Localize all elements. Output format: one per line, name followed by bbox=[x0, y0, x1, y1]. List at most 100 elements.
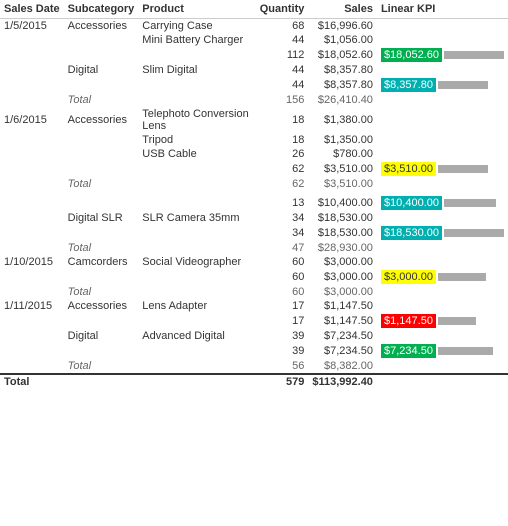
cell-subcat bbox=[64, 161, 139, 177]
cell-date bbox=[0, 241, 64, 255]
col-header-linear-kpi: Linear KPI bbox=[377, 0, 508, 19]
cell-subcat: Accessories bbox=[64, 107, 139, 133]
cell-qty: 13 bbox=[256, 195, 309, 211]
cell-kpi: $7,234.50 bbox=[377, 343, 508, 359]
cell-sales: $16,996.60 bbox=[308, 19, 377, 34]
grand-total-empty1 bbox=[64, 374, 139, 389]
cell-qty: 60 bbox=[256, 285, 309, 299]
cell-date bbox=[0, 195, 64, 211]
cell-kpi bbox=[377, 33, 508, 47]
cell-qty: 56 bbox=[256, 359, 309, 374]
cell-kpi bbox=[377, 147, 508, 161]
cell-sales: $8,357.80 bbox=[308, 63, 377, 77]
cell-subcat bbox=[64, 77, 139, 93]
cell-qty: 39 bbox=[256, 343, 309, 359]
kpi-bar bbox=[444, 229, 504, 237]
kpi-bar bbox=[444, 51, 504, 59]
cell-sales: $1,380.00 bbox=[308, 107, 377, 133]
cell-subcat: Total bbox=[64, 359, 139, 374]
cell-qty: 18 bbox=[256, 133, 309, 147]
cell-date: 1/10/2015 bbox=[0, 255, 64, 269]
cell-sales: $1,147.50 bbox=[308, 299, 377, 313]
table-row: DigitalSlim Digital44$8,357.80 bbox=[0, 63, 508, 77]
table-row: 60$3,000.00$3,000.00 bbox=[0, 269, 508, 285]
kpi-value-label: $1,147.50 bbox=[381, 314, 436, 328]
cell-kpi bbox=[377, 107, 508, 133]
cell-qty: 68 bbox=[256, 19, 309, 34]
cell-kpi bbox=[377, 299, 508, 313]
cell-subcat bbox=[64, 147, 139, 161]
cell-subcat: Camcorders bbox=[64, 255, 139, 269]
cell-subcat: Total bbox=[64, 177, 139, 191]
cell-qty: 60 bbox=[256, 255, 309, 269]
table-row: 62$3,510.00$3,510.00 bbox=[0, 161, 508, 177]
cell-date bbox=[0, 47, 64, 63]
table-row: 13$10,400.00$10,400.00 bbox=[0, 195, 508, 211]
table-row: Total47$28,930.00 bbox=[0, 241, 508, 255]
cell-subcat bbox=[64, 133, 139, 147]
sales-report-table: Sales Date Subcategory Product Quantity … bbox=[0, 0, 508, 389]
cell-kpi bbox=[377, 63, 508, 77]
cell-product bbox=[138, 47, 255, 63]
col-header-quantity: Quantity bbox=[256, 0, 309, 19]
cell-sales: $1,350.00 bbox=[308, 133, 377, 147]
cell-qty: 47 bbox=[256, 241, 309, 255]
grand-total-qty: 579 bbox=[256, 374, 309, 389]
cell-product: SLR Camera 35mm bbox=[138, 211, 255, 225]
cell-product: Advanced Digital bbox=[138, 329, 255, 343]
cell-kpi: $8,357.80 bbox=[377, 77, 508, 93]
table-row: 17$1,147.50$1,147.50 bbox=[0, 313, 508, 329]
table-row: Digital SLRSLR Camera 35mm34$18,530.00 bbox=[0, 211, 508, 225]
table-row: 1/5/2015AccessoriesCarrying Case68$16,99… bbox=[0, 19, 508, 34]
cell-date bbox=[0, 177, 64, 191]
cell-product: Tripod bbox=[138, 133, 255, 147]
cell-qty: 44 bbox=[256, 77, 309, 93]
cell-date bbox=[0, 225, 64, 241]
cell-date: 1/11/2015 bbox=[0, 299, 64, 313]
cell-sales: $8,357.80 bbox=[308, 77, 377, 93]
cell-qty: 62 bbox=[256, 161, 309, 177]
kpi-value-label: $18,052.60 bbox=[381, 48, 442, 62]
cell-subcat: Digital SLR bbox=[64, 211, 139, 225]
cell-sales: $18,052.60 bbox=[308, 47, 377, 63]
cell-product bbox=[138, 177, 255, 191]
grand-total-empty2 bbox=[138, 374, 255, 389]
cell-date bbox=[0, 343, 64, 359]
cell-product: Slim Digital bbox=[138, 63, 255, 77]
grand-total-label: Total bbox=[0, 374, 64, 389]
cell-sales: $1,147.50 bbox=[308, 313, 377, 329]
kpi-value-label: $8,357.80 bbox=[381, 78, 436, 92]
cell-kpi bbox=[377, 241, 508, 255]
cell-subcat: Total bbox=[64, 241, 139, 255]
cell-subcat bbox=[64, 47, 139, 63]
cell-qty: 34 bbox=[256, 225, 309, 241]
kpi-bar bbox=[438, 81, 488, 89]
cell-kpi bbox=[377, 19, 508, 34]
cell-date bbox=[0, 63, 64, 77]
cell-product bbox=[138, 195, 255, 211]
grand-total-kpi bbox=[377, 374, 508, 389]
cell-subcat bbox=[64, 195, 139, 211]
cell-subcat bbox=[64, 313, 139, 329]
cell-sales: $3,000.00 bbox=[308, 269, 377, 285]
cell-kpi bbox=[377, 255, 508, 269]
kpi-bar bbox=[438, 273, 486, 281]
cell-kpi: $18,052.60 bbox=[377, 47, 508, 63]
cell-date bbox=[0, 211, 64, 225]
table-row: Tripod18$1,350.00 bbox=[0, 133, 508, 147]
col-header-sales-date: Sales Date bbox=[0, 0, 64, 19]
table-row: 34$18,530.00$18,530.00 bbox=[0, 225, 508, 241]
cell-qty: 44 bbox=[256, 63, 309, 77]
cell-date bbox=[0, 133, 64, 147]
cell-product: Carrying Case bbox=[138, 19, 255, 34]
cell-date bbox=[0, 161, 64, 177]
cell-subcat bbox=[64, 33, 139, 47]
cell-product bbox=[138, 225, 255, 241]
kpi-bar bbox=[438, 165, 488, 173]
cell-kpi: $10,400.00 bbox=[377, 195, 508, 211]
col-header-sales: Sales bbox=[308, 0, 377, 19]
cell-product: Telephoto Conversion Lens bbox=[138, 107, 255, 133]
cell-subcat: Accessories bbox=[64, 19, 139, 34]
table-row: Total56$8,382.00 bbox=[0, 359, 508, 374]
cell-product: Mini Battery Charger bbox=[138, 33, 255, 47]
